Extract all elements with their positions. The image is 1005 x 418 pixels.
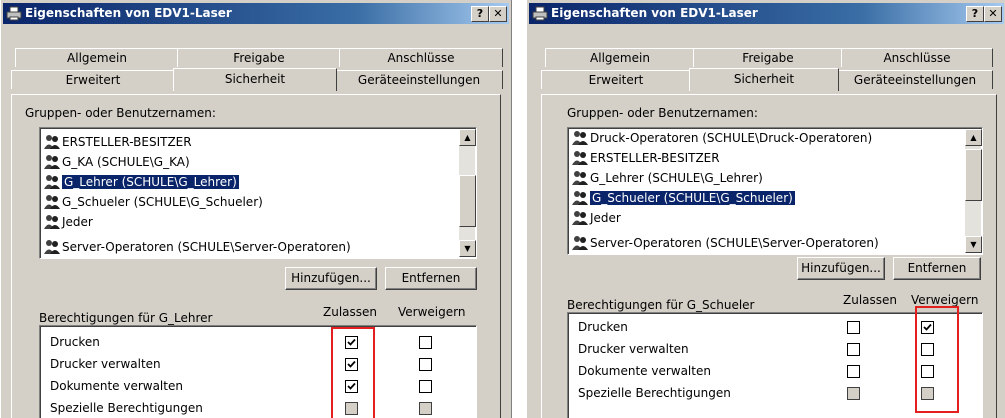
permissions-list: Drucken Drucker verwalten Dokumente verwal… <box>39 325 477 418</box>
allow-header: Zulassen <box>843 293 898 307</box>
permission-name: Drucken <box>578 320 628 334</box>
tab-geraeteeinstellungen[interactable]: Geräteeinstellungen <box>837 70 993 89</box>
allow-checkbox[interactable] <box>847 365 860 378</box>
tab-erweitert[interactable]: Erweitert <box>11 70 175 89</box>
tab-erweitert[interactable]: Erweitert <box>541 70 691 89</box>
add-button[interactable]: Hinzufügen... <box>797 257 885 280</box>
printer-icon <box>6 6 22 21</box>
tab-allgemein[interactable]: Allgemein <box>545 48 695 67</box>
help-button[interactable]: ? <box>966 6 984 22</box>
properties-window-right: Eigenschaften von EDV1-Laser ? ✕ Allgeme… <box>526 0 1005 418</box>
scrollbar[interactable]: ▲ ▼ <box>965 129 982 253</box>
tab-sicherheit[interactable]: Sicherheit <box>689 68 839 91</box>
user-listbox[interactable]: Druck-Operatoren (SCHULE\Druck-Operatore… <box>567 127 983 255</box>
scrollbar[interactable]: ▲ ▼ <box>459 129 476 257</box>
scroll-down-button[interactable]: ▼ <box>459 240 476 257</box>
permission-name: Spezielle Berechtigungen <box>578 386 731 400</box>
close-icon: ✕ <box>988 7 998 20</box>
user-group-icon <box>572 131 588 145</box>
scroll-thumb[interactable] <box>965 149 982 201</box>
add-button[interactable]: Hinzufügen... <box>285 267 377 290</box>
list-item-selected[interactable]: G_Schueler (SCHULE\G_Schueler) <box>572 188 795 208</box>
user-group-icon <box>572 151 588 165</box>
permission-name: Dokumente verwalten <box>50 379 183 393</box>
list-item[interactable]: Server-Operatoren (SCHULE\Server-Operato… <box>44 237 351 257</box>
list-item-selected[interactable]: G_Lehrer (SCHULE\G_Lehrer) <box>44 172 239 192</box>
permission-name: Drucker verwalten <box>578 342 689 356</box>
user-group-icon <box>44 240 60 254</box>
list-item[interactable]: ERSTELLER-BESITZER <box>572 148 720 168</box>
list-item[interactable]: G_Lehrer (SCHULE\G_Lehrer) <box>572 168 763 188</box>
title-bar[interactable]: Eigenschaften von EDV1-Laser ? ✕ <box>529 3 1004 24</box>
tab-freigabe[interactable]: Freigabe <box>693 48 843 67</box>
permission-row: Drucken <box>40 332 476 354</box>
properties-window-left: Eigenschaften von EDV1-Laser ? ✕ Allgeme… <box>0 0 512 418</box>
list-item[interactable]: G_KA (SCHULE\G_KA) <box>44 152 190 172</box>
close-button[interactable]: ✕ <box>489 6 507 22</box>
user-group-icon <box>44 135 60 149</box>
tab-allgemein[interactable]: Allgemein <box>15 48 179 67</box>
window-title: Eigenschaften von EDV1-Laser <box>25 6 232 20</box>
user-group-icon <box>572 236 588 250</box>
allow-checkbox[interactable] <box>847 343 860 356</box>
list-item[interactable]: Server-Operatoren (SCHULE\Server-Operato… <box>572 233 879 253</box>
permissions-label: Berechtigungen für G_Lehrer <box>39 311 213 325</box>
user-listbox[interactable]: ERSTELLER-BESITZER G_KA (SCHULE\G_KA) G_… <box>39 127 477 259</box>
user-group-icon <box>572 171 588 185</box>
list-item[interactable]: Jeder <box>572 208 621 228</box>
deny-checkbox[interactable] <box>419 358 432 371</box>
allow-header: Zulassen <box>323 305 378 319</box>
title-bar[interactable]: Eigenschaften von EDV1-Laser ? ✕ <box>3 3 509 24</box>
user-group-icon <box>572 191 588 205</box>
highlight-frame <box>915 306 959 413</box>
user-group-icon <box>44 175 60 189</box>
deny-checkbox[interactable] <box>419 336 432 349</box>
allow-checkbox <box>847 387 860 400</box>
user-group-icon <box>44 195 60 209</box>
tab-sicherheit[interactable]: Sicherheit <box>173 68 337 91</box>
scroll-down-button[interactable]: ▼ <box>965 236 982 253</box>
scroll-up-button[interactable]: ▲ <box>459 129 476 146</box>
permission-name: Drucken <box>50 335 100 349</box>
remove-button[interactable]: Entfernen <box>893 257 981 280</box>
permission-row: Dokumente verwalten <box>40 376 476 398</box>
tab-freigabe[interactable]: Freigabe <box>177 48 341 67</box>
groups-label: Gruppen- oder Benutzernamen: <box>25 106 216 120</box>
list-item[interactable]: Jeder <box>44 212 93 232</box>
list-item[interactable]: G_Schueler (SCHULE\G_Schueler) <box>44 192 263 212</box>
printer-icon <box>532 6 548 21</box>
deny-checkbox <box>419 402 432 415</box>
list-item[interactable]: ERSTELLER-BESITZER <box>44 132 192 152</box>
list-item[interactable]: Druck-Operatoren (SCHULE\Druck-Operatore… <box>572 128 872 148</box>
scroll-up-button[interactable]: ▲ <box>965 129 982 146</box>
groups-label: Gruppen- oder Benutzernamen: <box>567 106 758 120</box>
arrow-down-icon: ▼ <box>970 240 977 249</box>
tab-anschluesse[interactable]: Anschlüsse <box>339 48 503 67</box>
permission-name: Spezielle Berechtigungen <box>50 401 203 415</box>
permission-row: Drucker verwalten <box>40 354 476 376</box>
permissions-label: Berechtigungen für G_Schueler <box>567 298 755 312</box>
arrow-up-icon: ▲ <box>970 133 977 142</box>
permission-name: Drucker verwalten <box>50 357 161 371</box>
user-group-icon <box>572 211 588 225</box>
deny-header: Verweigern <box>398 305 466 319</box>
tab-anschluesse[interactable]: Anschlüsse <box>841 48 993 67</box>
permission-row: Spezielle Berechtigungen <box>40 398 476 418</box>
arrow-up-icon: ▲ <box>464 133 471 142</box>
highlight-frame <box>331 327 375 418</box>
permission-name: Dokumente verwalten <box>578 364 711 378</box>
allow-checkbox[interactable] <box>847 321 860 334</box>
close-button[interactable]: ✕ <box>984 6 1002 22</box>
user-group-icon <box>44 155 60 169</box>
user-group-icon <box>44 215 60 229</box>
arrow-down-icon: ▼ <box>464 244 471 253</box>
help-button[interactable]: ? <box>471 6 489 22</box>
deny-checkbox[interactable] <box>419 380 432 393</box>
close-icon: ✕ <box>493 7 503 20</box>
deny-header: Verweigern <box>911 293 979 307</box>
scroll-thumb[interactable] <box>459 175 476 227</box>
remove-button[interactable]: Entfernen <box>385 267 477 290</box>
tab-geraeteeinstellungen[interactable]: Geräteeinstellungen <box>335 70 503 89</box>
window-title: Eigenschaften von EDV1-Laser <box>551 6 758 20</box>
